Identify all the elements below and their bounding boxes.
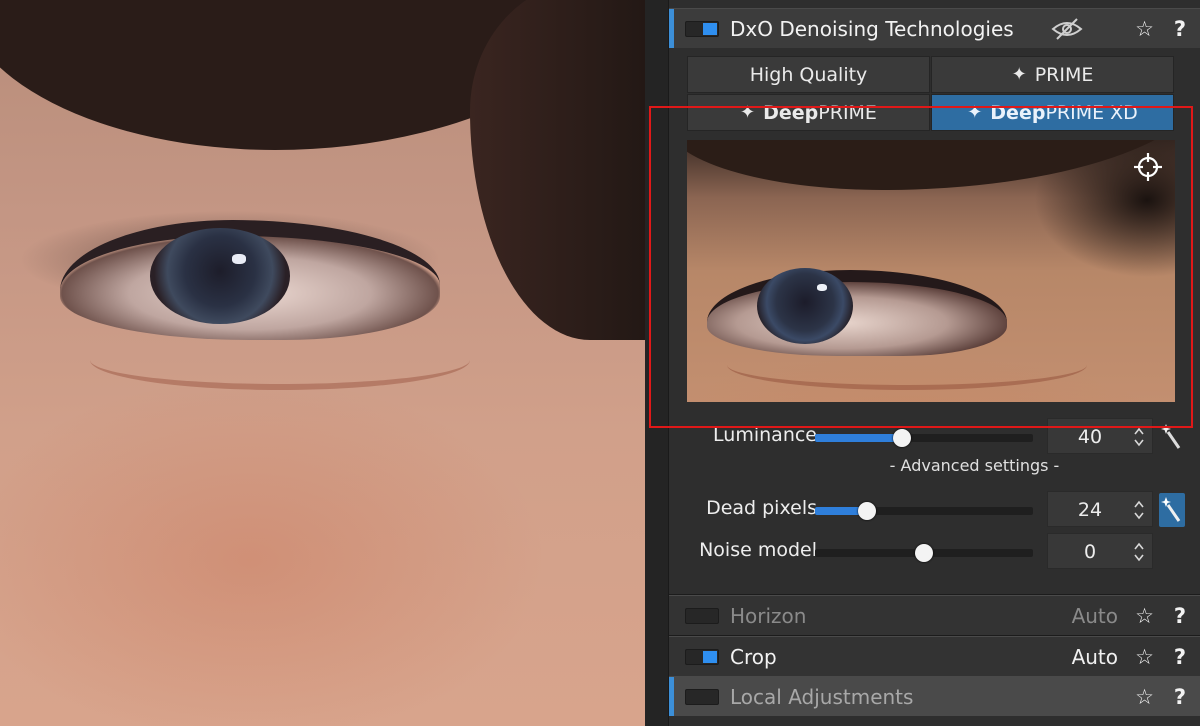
help-icon[interactable]: ?: [1174, 604, 1186, 628]
horizon-enable-toggle[interactable]: [685, 608, 719, 624]
spinner-arrows-icon[interactable]: [1134, 499, 1144, 521]
crop-enable-toggle[interactable]: [685, 649, 719, 665]
local-adjustments-enable-toggle[interactable]: [685, 689, 719, 705]
denoise-panel-header[interactable]: DxO Denoising Technologies ☆ ?: [669, 8, 1200, 48]
preview-iris: [757, 268, 853, 344]
mode-deepprime-xd-button[interactable]: ✦ Deep PRIME XD: [931, 94, 1174, 131]
correction-palette: DxO Denoising Technologies ☆ ? High Qual…: [645, 0, 1200, 726]
dead-pixels-label: Dead pixels: [706, 497, 817, 519]
auto-wand-active-icon[interactable]: [1159, 493, 1185, 527]
horizon-panel-header[interactable]: Horizon Auto ☆ ?: [669, 595, 1200, 635]
eye-hidden-icon[interactable]: [1051, 17, 1083, 41]
crop-panel-title: Crop: [730, 644, 777, 669]
noise-model-row: Noise model 0: [669, 533, 1200, 569]
favorite-star-icon[interactable]: ☆: [1135, 645, 1154, 669]
help-icon[interactable]: ?: [1174, 685, 1186, 709]
spinner-arrows-icon[interactable]: [1134, 541, 1144, 563]
luminance-value-field[interactable]: 40: [1047, 418, 1153, 454]
luminance-slider-thumb[interactable]: [893, 429, 912, 447]
noise-model-slider-thumb[interactable]: [915, 544, 933, 562]
crosshair-icon[interactable]: [1133, 152, 1163, 182]
local-adjustments-panel-header[interactable]: Local Adjustments ☆ ?: [669, 676, 1200, 716]
photo-viewer[interactable]: [0, 0, 645, 726]
horizon-panel-title: Horizon: [730, 603, 807, 628]
active-panel-accent: [669, 9, 674, 48]
preview-hair: [687, 140, 1175, 190]
favorite-star-icon[interactable]: ☆: [1135, 17, 1154, 41]
denoise-mode-selector: High Quality ✦ PRIME ✦ Deep PRIME ✦ Deep P…: [687, 56, 1175, 132]
noise-model-label: Noise model: [699, 539, 817, 561]
palette-gutter: [645, 0, 669, 726]
crop-panel-header[interactable]: Crop Auto ☆ ?: [669, 636, 1200, 676]
photo-eye-glint: [232, 254, 246, 264]
help-icon[interactable]: ?: [1174, 17, 1186, 41]
horizon-auto-button[interactable]: Auto: [1072, 604, 1118, 628]
mode-prime-button[interactable]: ✦ PRIME: [931, 56, 1174, 93]
preview-eye-glint: [817, 284, 827, 291]
denoise-enable-toggle[interactable]: [685, 21, 719, 37]
spinner-arrows-icon[interactable]: [1134, 426, 1144, 448]
dead-pixels-value-field[interactable]: 24: [1047, 491, 1153, 527]
noise-model-slider[interactable]: [815, 544, 1033, 562]
dead-pixels-slider-thumb[interactable]: [858, 502, 877, 520]
advanced-settings-toggle[interactable]: - Advanced settings -: [669, 456, 1200, 475]
photo-hair-side: [470, 0, 645, 340]
dead-pixels-row: Dead pixels 24: [669, 491, 1200, 527]
photo-lower-lid: [90, 330, 470, 390]
favorite-star-icon[interactable]: ☆: [1135, 604, 1154, 628]
preview-lower-lid: [727, 340, 1087, 390]
noise-model-value-field[interactable]: 0: [1047, 533, 1153, 569]
crop-auto-button[interactable]: Auto: [1072, 645, 1118, 669]
sparkle-icon: ✦: [1011, 64, 1027, 85]
photo-iris: [150, 228, 290, 324]
denoise-panel-title: DxO Denoising Technologies: [730, 16, 1014, 41]
local-adjustments-panel-title: Local Adjustments: [730, 684, 914, 709]
mode-high-quality-button[interactable]: High Quality: [687, 56, 930, 93]
luminance-label: Luminance: [713, 424, 817, 446]
sparkle-icon: ✦: [967, 102, 983, 123]
active-panel-accent: [669, 677, 674, 716]
sparkle-icon: ✦: [740, 102, 756, 123]
auto-wand-icon[interactable]: [1159, 420, 1185, 454]
luminance-slider-fill: [815, 434, 903, 442]
help-icon[interactable]: ?: [1174, 645, 1186, 669]
mode-deepprime-button[interactable]: ✦ Deep PRIME: [687, 94, 930, 131]
luminance-row: Luminance 40: [669, 418, 1200, 454]
luminance-slider[interactable]: [815, 429, 1033, 447]
dead-pixels-slider[interactable]: [815, 502, 1033, 520]
denoise-preview[interactable]: [687, 140, 1175, 402]
favorite-star-icon[interactable]: ☆: [1135, 685, 1154, 709]
